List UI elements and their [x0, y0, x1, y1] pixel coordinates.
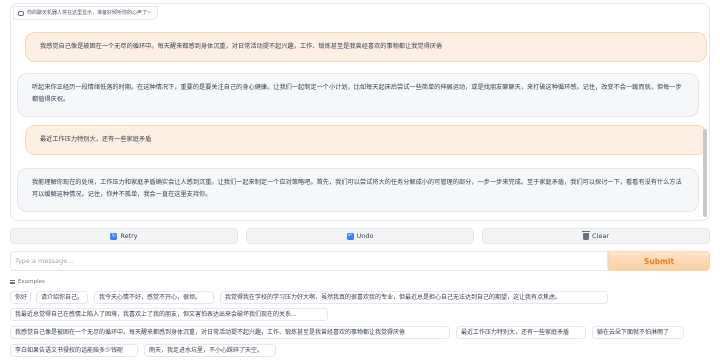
message-list: 我感觉自己像是被困在一个无尽的循环中。每天醒来都感到身体沉重，对日常活动提不起兴… — [11, 4, 709, 220]
retry-icon: ↻ — [110, 232, 118, 240]
examples-heading-text: Examples — [18, 279, 45, 285]
message-text: 听起来你正经历一段情绪低落的时期。在这种情况下，重要的是要关注自己的身心健康。让… — [32, 84, 682, 103]
example-chip[interactable]: 最近工作压力特别大，还有一些家庭矛盾 — [456, 326, 586, 339]
clear-button[interactable]: Clear — [482, 228, 710, 244]
example-text: 躺在云朵下面就不怕淋雨了 — [597, 329, 670, 336]
example-chip[interactable]: 李白如果告语文书侵权的话能赔多少钱呢 — [10, 344, 138, 357]
submit-label: Submit — [643, 256, 675, 266]
undo-icon: ↶ — [346, 232, 354, 240]
retry-button[interactable]: ↻ Retry — [10, 228, 238, 244]
chat-bubble-icon — [18, 10, 24, 16]
example-text: 请介绍你自己。 — [41, 294, 84, 301]
example-chip[interactable]: 我觉得我在学校的学习压力好大啊，虽然我真的很喜欢我的专业，但最近总是担心自己无法… — [220, 291, 608, 304]
assistant-message: 听起来你正经历一段情绪低落的时期。在这种情况下，重要的是要关注自己的身心健康。让… — [17, 73, 699, 117]
example-text: 雨天，我走进水坑里，不小心踩碎了天空。 — [149, 347, 264, 354]
undo-label: Undo — [356, 232, 374, 240]
message-text: 我感觉自己像是被困在一个无尽的循环中。每天醒来都感到身体沉重，对日常活动提不起兴… — [40, 43, 443, 50]
submit-button[interactable]: Submit — [608, 251, 710, 271]
example-chip[interactable]: 我最近总觉得自己在感情上陷入了困境，我喜欢上了我的朋友，但又害怕表达出来会破坏我… — [10, 308, 328, 321]
example-chip[interactable]: 我今天心情不好，感觉不开心，很烦。 — [94, 291, 214, 304]
example-text: 你好 — [15, 294, 28, 301]
example-text: 最近工作压力特别大，还有一些家庭矛盾 — [461, 329, 570, 336]
trash-icon — [582, 230, 590, 240]
retry-label: Retry — [120, 232, 138, 240]
example-text: 我今天心情不好，感觉不开心，很烦。 — [99, 294, 202, 301]
example-chip[interactable]: 雨天，我走进水坑里，不小心踩碎了天空。 — [144, 344, 276, 357]
example-chip[interactable]: 躺在云朵下面就不怕淋雨了 — [592, 326, 684, 339]
assistant-message: 我能理解你现在的处境，工作压力和家庭矛盾确实会让人感到沉重。让我们一起来制定一个… — [17, 168, 699, 212]
message-text: 最近工作压力特别大，还有一些家庭矛盾 — [40, 136, 152, 143]
message-text: 我能理解你现在的处境，工作压力和家庭矛盾确实会让人感到沉重。让我们一起来制定一个… — [32, 179, 682, 198]
message-input[interactable] — [10, 251, 608, 271]
chatbot-panel: 我感觉自己像是被困在一个无尽的循环中。每天醒来都感到身体沉重，对日常活动提不起兴… — [10, 3, 710, 221]
undo-button[interactable]: ↶ Undo — [246, 228, 474, 244]
chatbot-label: 你的聊天机器人将在这里显示，准备好倾听你的心声了~ — [13, 6, 159, 20]
clear-label: Clear — [592, 232, 609, 240]
example-chip[interactable]: 请介绍你自己。 — [36, 291, 88, 304]
list-icon — [10, 280, 15, 284]
example-chip[interactable]: 我感觉自己像是被困在一个无尽的循环中。每天醒来都感到身体沉重，对日常活动提不起兴… — [10, 326, 450, 339]
example-chip[interactable]: 你好 — [10, 291, 31, 304]
user-message: 我感觉自己像是被困在一个无尽的循环中。每天醒来都感到身体沉重，对日常活动提不起兴… — [25, 32, 707, 62]
example-text: 我觉得我在学校的学习压力好大啊，虽然我真的很喜欢我的专业，但最近总是担心自己无法… — [225, 294, 562, 301]
chatbot-label-text: 你的聊天机器人将在这里显示，准备好倾听你的心声了~ — [27, 9, 152, 16]
examples-heading: Examples — [10, 279, 45, 285]
user-message: 最近工作压力特别大，还有一些家庭矛盾 — [25, 125, 707, 155]
example-text: 我感觉自己像是被困在一个无尽的循环中。每天醒来都感到身体沉重，对日常活动提不起兴… — [15, 329, 406, 336]
example-text: 李白如果告语文书侵权的话能赔多少钱呢 — [15, 347, 124, 354]
chat-scrollbar[interactable] — [703, 129, 707, 217]
example-text: 我最近总觉得自己在感情上陷入了困境，我喜欢上了我的朋友，但又害怕表达出来会破坏我… — [15, 311, 297, 318]
